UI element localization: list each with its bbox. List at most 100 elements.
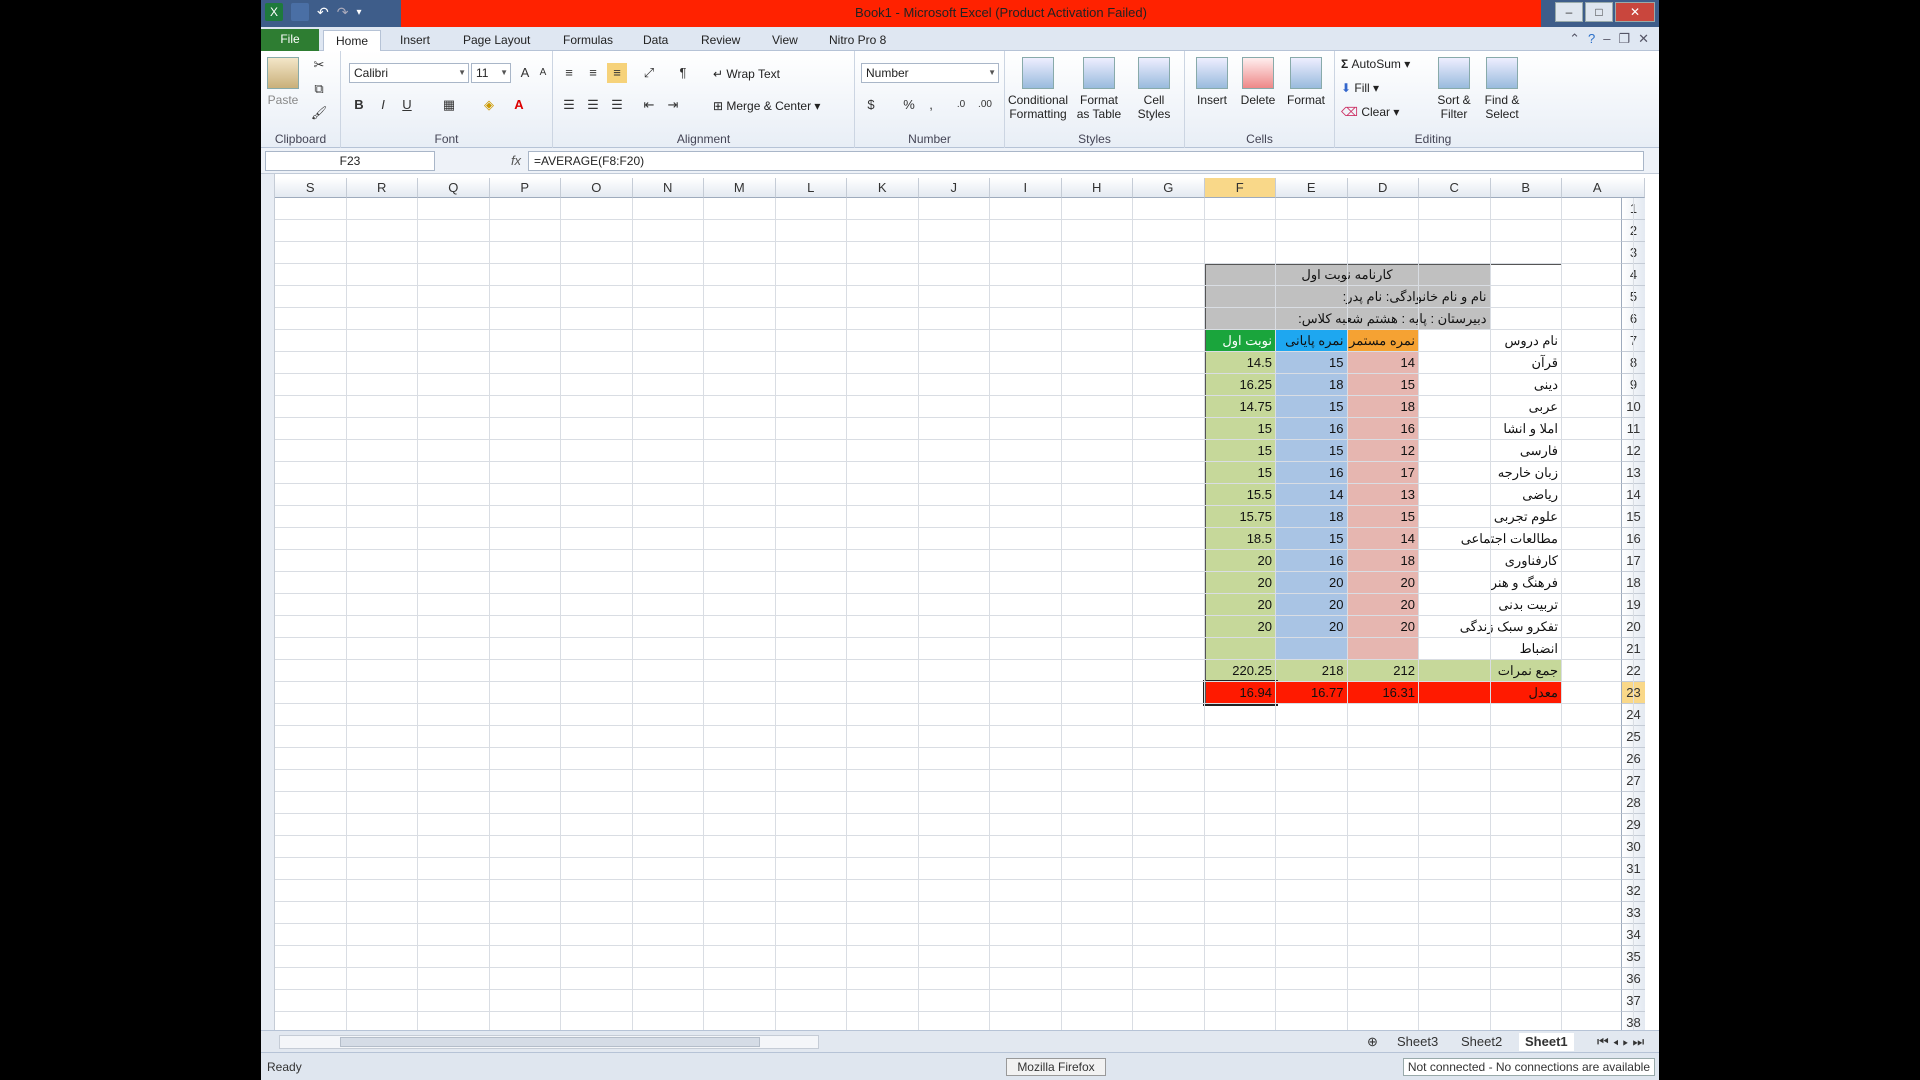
column-header-h[interactable]: H xyxy=(1061,178,1133,198)
first-term-cell[interactable]: 20 xyxy=(1204,616,1276,638)
first-term-cell[interactable]: 16.25 xyxy=(1204,374,1276,396)
report-school-cell[interactable]: دبیرستان : پایه : هشتم شعبه کلاس: xyxy=(1204,308,1491,330)
align-center-icon[interactable]: ☰ xyxy=(583,95,603,115)
final-score-cell[interactable] xyxy=(1276,638,1348,660)
final-score-cell[interactable]: 14 xyxy=(1276,484,1348,506)
decrease-indent-icon[interactable]: ⇤ xyxy=(639,95,659,115)
maximize-button[interactable]: □ xyxy=(1585,2,1613,22)
subject-name-cell[interactable]: دینی xyxy=(1419,374,1562,396)
header-continuous-score[interactable]: نمره مستمر xyxy=(1347,330,1419,352)
first-term-cell[interactable]: 18.5 xyxy=(1204,528,1276,550)
average-cell[interactable]: 16.31 xyxy=(1347,682,1419,704)
header-subject[interactable]: نام دروس xyxy=(1419,330,1562,352)
scrollbar-thumb[interactable] xyxy=(340,1037,760,1047)
first-term-cell[interactable]: 20 xyxy=(1204,594,1276,616)
average-cell[interactable]: 16.77 xyxy=(1276,682,1348,704)
final-score-cell[interactable]: 16 xyxy=(1276,462,1348,484)
column-header-c[interactable]: C xyxy=(1419,178,1491,198)
subject-name-cell[interactable]: قرآن xyxy=(1419,352,1562,374)
report-title-cell[interactable]: کارنامه نوبت اول xyxy=(1204,264,1491,286)
final-score-cell[interactable]: 20 xyxy=(1276,572,1348,594)
bold-button[interactable]: B xyxy=(349,95,369,115)
final-score-cell[interactable]: 20 xyxy=(1276,594,1348,616)
shrink-font-icon[interactable]: A xyxy=(533,63,553,83)
first-term-cell[interactable]: 20 xyxy=(1204,550,1276,572)
column-header-l[interactable]: L xyxy=(775,178,847,198)
continuous-score-cell[interactable]: 20 xyxy=(1347,616,1419,638)
continuous-score-cell[interactable]: 15 xyxy=(1347,374,1419,396)
help-icon[interactable]: ? xyxy=(1588,31,1595,47)
column-header-p[interactable]: P xyxy=(489,178,561,198)
align-right-icon[interactable]: ☰ xyxy=(607,95,627,115)
clear-button[interactable]: ⌫ Clear ▾ xyxy=(1341,105,1399,119)
continuous-score-cell[interactable]: 20 xyxy=(1347,572,1419,594)
column-header-o[interactable]: O xyxy=(561,178,633,198)
redo-icon[interactable]: ↷ xyxy=(337,4,349,21)
tab-file[interactable]: File xyxy=(261,29,319,51)
tab-home[interactable]: Home xyxy=(323,30,382,51)
continuous-score-cell[interactable]: 20 xyxy=(1347,594,1419,616)
borders-icon[interactable]: ▦ xyxy=(439,95,459,115)
column-header-k[interactable]: K xyxy=(847,178,919,198)
align-middle-icon[interactable]: ≡ xyxy=(583,63,603,83)
paste-button[interactable]: Paste xyxy=(265,57,301,107)
continuous-score-cell[interactable]: 16 xyxy=(1347,418,1419,440)
subject-name-cell[interactable]: کارفناوری xyxy=(1419,550,1562,572)
insert-sheet-icon[interactable]: ⊕ xyxy=(1361,1033,1384,1051)
column-header-e[interactable]: E xyxy=(1276,178,1348,198)
first-term-cell[interactable]: 15 xyxy=(1204,440,1276,462)
close-button[interactable]: ✕ xyxy=(1615,2,1655,22)
continuous-score-cell[interactable]: 14 xyxy=(1347,352,1419,374)
subject-name-cell[interactable]: عربی xyxy=(1419,396,1562,418)
final-score-cell[interactable]: 15 xyxy=(1276,396,1348,418)
sheet-tab-sheet3[interactable]: Sheet3 xyxy=(1391,1033,1444,1051)
continuous-score-cell[interactable]: 14 xyxy=(1347,528,1419,550)
sum-cell[interactable]: 218 xyxy=(1276,660,1348,682)
sheet-tab-sheet1[interactable]: Sheet1 xyxy=(1519,1033,1574,1051)
decrease-decimal-icon[interactable]: .00 xyxy=(975,95,995,115)
first-term-cell[interactable]: 14.75 xyxy=(1204,396,1276,418)
undo-icon[interactable]: ↶ xyxy=(317,4,329,21)
subject-name-cell[interactable]: تفکرو سبک زندگی xyxy=(1419,616,1562,638)
insert-function-icon[interactable]: fx xyxy=(506,151,526,171)
number-format-select[interactable]: Number ▼ xyxy=(861,63,999,83)
report-name-cell[interactable]: نام و نام خانوادگی: نام پدر: xyxy=(1204,286,1491,308)
doc-close-icon[interactable]: ✕ xyxy=(1638,31,1649,47)
fill-color-icon[interactable]: ◈ xyxy=(479,95,499,115)
first-term-cell[interactable]: 15.75 xyxy=(1204,506,1276,528)
column-header-j[interactable]: J xyxy=(918,178,990,198)
worksheet-grid[interactable]: SRQPONMLKJIHGFEDCBA 12345678910111213141… xyxy=(261,174,1659,1030)
align-top-icon[interactable]: ≡ xyxy=(559,63,579,83)
italic-button[interactable]: I xyxy=(373,95,393,115)
formula-input[interactable]: =AVERAGE(F8:F20) xyxy=(528,151,1644,171)
sum-label-cell[interactable]: جمع نمرات xyxy=(1419,660,1562,682)
column-header-b[interactable]: B xyxy=(1490,178,1562,198)
orientation-icon[interactable]: ⤢ xyxy=(639,63,659,83)
font-name-select[interactable]: Calibri ▼ xyxy=(349,63,469,83)
active-cell-f23[interactable]: 16.94 xyxy=(1202,680,1278,706)
column-header-m[interactable]: M xyxy=(704,178,776,198)
grow-font-icon[interactable]: A xyxy=(515,63,535,83)
sort-filter-button[interactable]: Sort & Filter xyxy=(1431,57,1477,121)
conditional-formatting-button[interactable]: Conditional Formatting xyxy=(1007,57,1069,121)
final-score-cell[interactable]: 18 xyxy=(1276,506,1348,528)
rtl-icon[interactable]: ¶ xyxy=(673,63,693,83)
first-term-cell[interactable]: 15 xyxy=(1204,462,1276,484)
find-select-button[interactable]: Find & Select xyxy=(1479,57,1525,121)
column-header-r[interactable]: R xyxy=(346,178,418,198)
format-painter-icon[interactable]: 🖌 xyxy=(309,103,329,123)
tab-nitro[interactable]: Nitro Pro 8 xyxy=(817,30,898,51)
subject-name-cell[interactable]: زبان خارجه xyxy=(1419,462,1562,484)
final-score-cell[interactable]: 16 xyxy=(1276,418,1348,440)
column-header-q[interactable]: Q xyxy=(418,178,490,198)
merge-center-button[interactable]: ⊞ Merge & Center ▾ xyxy=(713,99,820,113)
column-header-d[interactable]: D xyxy=(1347,178,1419,198)
name-box[interactable]: F23 xyxy=(265,151,435,171)
first-term-cell[interactable] xyxy=(1204,638,1276,660)
percent-button[interactable]: % xyxy=(899,95,919,115)
subject-name-cell[interactable]: انضباط xyxy=(1419,638,1562,660)
first-term-cell[interactable]: 14.5 xyxy=(1204,352,1276,374)
continuous-score-cell[interactable]: 15 xyxy=(1347,506,1419,528)
subject-name-cell[interactable]: فرهنگ و هنر xyxy=(1419,572,1562,594)
minimize-button[interactable]: – xyxy=(1555,2,1583,22)
